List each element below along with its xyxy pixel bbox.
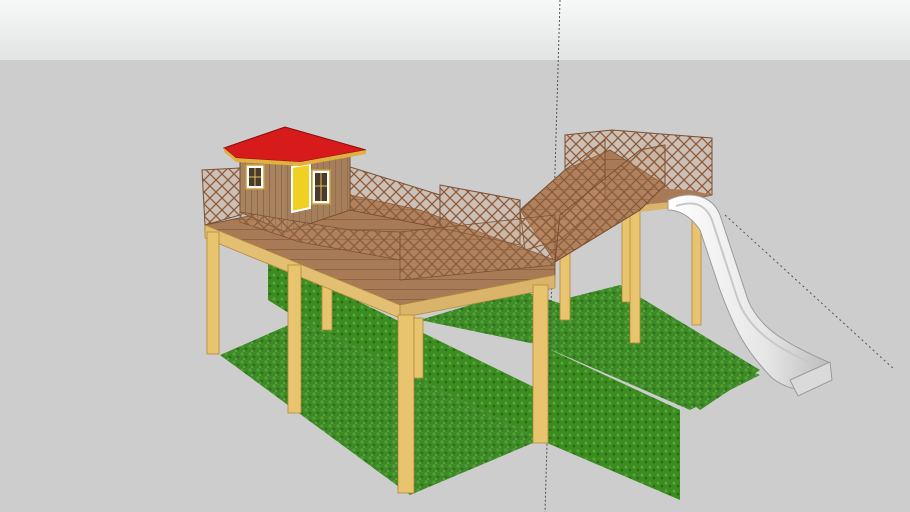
playhouse-window-left	[245, 164, 265, 190]
3d-scene-canvas[interactable]	[0, 0, 910, 512]
sky-backdrop	[0, 0, 910, 60]
modeling-viewport[interactable]	[0, 0, 910, 512]
playhouse-window-right	[311, 169, 331, 205]
playhouse-door	[291, 162, 311, 214]
